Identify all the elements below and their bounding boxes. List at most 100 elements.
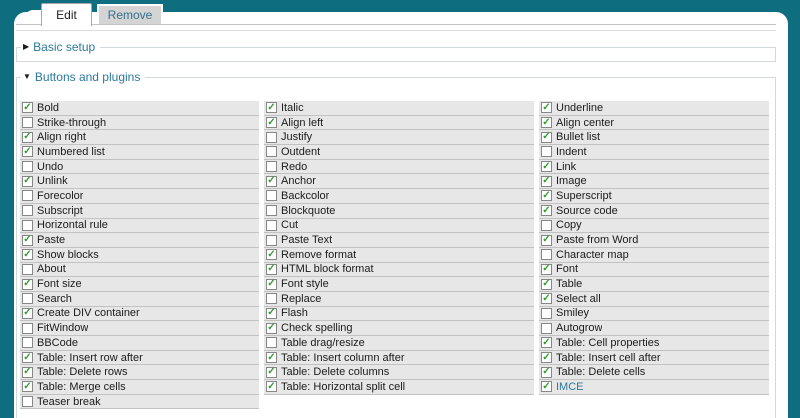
checkbox-item[interactable]: Search [20,291,259,307]
checkbox-item[interactable]: ✓ Remove format [264,247,534,263]
checkbox-item[interactable]: Indent [539,145,769,160]
checkbox-item[interactable]: ✓ Image [539,174,769,190]
checkbox-item[interactable]: Replace [264,291,534,307]
checked-checkbox-icon[interactable]: ✓ [541,175,552,187]
unchecked-checkbox-icon[interactable] [22,337,33,349]
checkbox-item[interactable]: Cut [264,218,534,234]
checkbox-item[interactable]: About [20,262,259,278]
unchecked-checkbox-icon[interactable] [22,219,33,231]
fieldset-buttons-and-plugins-legend[interactable]: ▼ Buttons and plugins [21,70,146,84]
checkbox-item[interactable]: ✓ Font size [20,277,259,292]
checked-checkbox-icon[interactable]: ✓ [541,205,552,217]
checkbox-item[interactable]: ✓ Table: Merge cells [20,380,259,395]
fieldset-basic-setup-legend[interactable]: ▶ Basic setup [21,40,101,54]
checked-checkbox-icon[interactable]: ✓ [541,278,552,290]
checkbox-item[interactable]: Paste Text [264,233,534,248]
checkbox-item[interactable]: Horizontal rule [20,218,259,234]
checked-checkbox-icon[interactable]: ✓ [22,146,33,158]
unchecked-checkbox-icon[interactable] [541,322,552,334]
checked-checkbox-icon[interactable]: ✓ [541,102,552,114]
checkbox-item[interactable]: ✓ Table: Delete columns [264,365,534,381]
checkbox-item[interactable]: ✓ Underline [539,101,769,116]
checked-checkbox-icon[interactable]: ✓ [22,234,33,246]
checked-checkbox-icon[interactable]: ✓ [22,352,33,364]
checkbox-item[interactable]: ✓ Link [539,159,769,175]
checkbox-item[interactable]: FitWindow [20,321,259,336]
checked-checkbox-icon[interactable]: ✓ [541,234,552,246]
checkbox-item[interactable]: ✓ Font [539,262,769,278]
checkbox-item[interactable]: Justify [264,130,534,146]
checked-checkbox-icon[interactable]: ✓ [22,366,33,378]
checked-checkbox-icon[interactable]: ✓ [22,278,33,290]
checked-checkbox-icon[interactable]: ✓ [541,381,552,393]
checkbox-item[interactable]: ✓ Flash [264,306,534,322]
checkbox-item[interactable]: ✓ Table: Horizontal split cell [264,380,534,395]
checkbox-item[interactable]: ✓ Superscript [539,189,769,204]
checkbox-item[interactable]: Table drag/resize [264,336,534,351]
unchecked-checkbox-icon[interactable] [541,219,552,231]
checked-checkbox-icon[interactable]: ✓ [22,381,33,393]
checkbox-item[interactable]: ✓ Show blocks [20,247,259,263]
unchecked-checkbox-icon[interactable] [266,131,277,143]
checkbox-item[interactable]: ✓ Italic [264,101,534,116]
unchecked-checkbox-icon[interactable] [266,219,277,231]
checkbox-item[interactable]: Outdent [264,145,534,160]
unchecked-checkbox-icon[interactable] [22,205,33,217]
checkbox-item[interactable]: ✓ Table [539,277,769,292]
checkbox-item[interactable]: Character map [539,247,769,263]
unchecked-checkbox-icon[interactable] [541,249,552,261]
checked-checkbox-icon[interactable]: ✓ [541,366,552,378]
unchecked-checkbox-icon[interactable] [266,337,277,349]
checked-checkbox-icon[interactable]: ✓ [22,131,33,143]
unchecked-checkbox-icon[interactable] [266,161,277,173]
checkbox-item[interactable]: ✓ Table: Insert column after [264,350,534,366]
checkbox-item[interactable]: ✓ Anchor [264,174,534,190]
unchecked-checkbox-icon[interactable] [22,161,33,173]
checked-checkbox-icon[interactable]: ✓ [541,337,552,349]
checkbox-item[interactable]: BBCode [20,336,259,351]
checkbox-item[interactable]: Smiley [539,306,769,322]
checkbox-item[interactable]: Subscript [20,203,259,219]
checkbox-item[interactable]: Forecolor [20,189,259,204]
checkbox-item[interactable]: ✓ Unlink [20,174,259,190]
checkbox-item[interactable]: ✓ Create DIV container [20,306,259,322]
checkbox-item[interactable]: ✓ Bold [20,101,259,116]
checkbox-item[interactable]: ✓ Align center [539,115,769,131]
checkbox-item[interactable]: ✓ Paste from Word [539,233,769,248]
checkbox-item[interactable]: Blockquote [264,203,534,219]
unchecked-checkbox-icon[interactable] [541,146,552,158]
checkbox-item[interactable]: ✓ Numbered list [20,145,259,160]
unchecked-checkbox-icon[interactable] [266,234,277,246]
checked-checkbox-icon[interactable]: ✓ [266,175,277,187]
unchecked-checkbox-icon[interactable] [22,293,33,305]
tab-remove[interactable]: Remove [97,4,163,24]
unchecked-checkbox-icon[interactable] [541,307,552,319]
checkbox-item[interactable]: ✓ Table: Insert row after [20,350,259,366]
checked-checkbox-icon[interactable]: ✓ [22,249,33,261]
tab-edit[interactable]: Edit [41,3,92,26]
checkbox-item[interactable]: ✓ Paste [20,233,259,248]
unchecked-checkbox-icon[interactable] [266,190,277,202]
checked-checkbox-icon[interactable]: ✓ [541,352,552,364]
checked-checkbox-icon[interactable]: ✓ [541,293,552,305]
checkbox-item[interactable]: Backcolor [264,189,534,204]
checkbox-item[interactable]: ✓ Align left [264,115,534,131]
checkbox-item[interactable]: ✓ Bullet list [539,130,769,146]
checkbox-item[interactable]: ✓ HTML block format [264,262,534,278]
checked-checkbox-icon[interactable]: ✓ [266,102,277,114]
checked-checkbox-icon[interactable]: ✓ [266,263,277,275]
checked-checkbox-icon[interactable]: ✓ [541,117,552,129]
unchecked-checkbox-icon[interactable] [22,396,33,408]
checkbox-item[interactable]: Undo [20,159,259,175]
checkbox-item[interactable]: ✓ IMCE [539,380,769,395]
checkbox-item[interactable]: ✓ Select all [539,291,769,307]
unchecked-checkbox-icon[interactable] [22,190,33,202]
unchecked-checkbox-icon[interactable] [22,117,33,129]
checked-checkbox-icon[interactable]: ✓ [266,249,277,261]
checkbox-item[interactable]: Redo [264,159,534,175]
checked-checkbox-icon[interactable]: ✓ [266,322,277,334]
checked-checkbox-icon[interactable]: ✓ [541,131,552,143]
checked-checkbox-icon[interactable]: ✓ [22,175,33,187]
unchecked-checkbox-icon[interactable] [22,322,33,334]
checkbox-item[interactable]: ✓ Font style [264,277,534,292]
